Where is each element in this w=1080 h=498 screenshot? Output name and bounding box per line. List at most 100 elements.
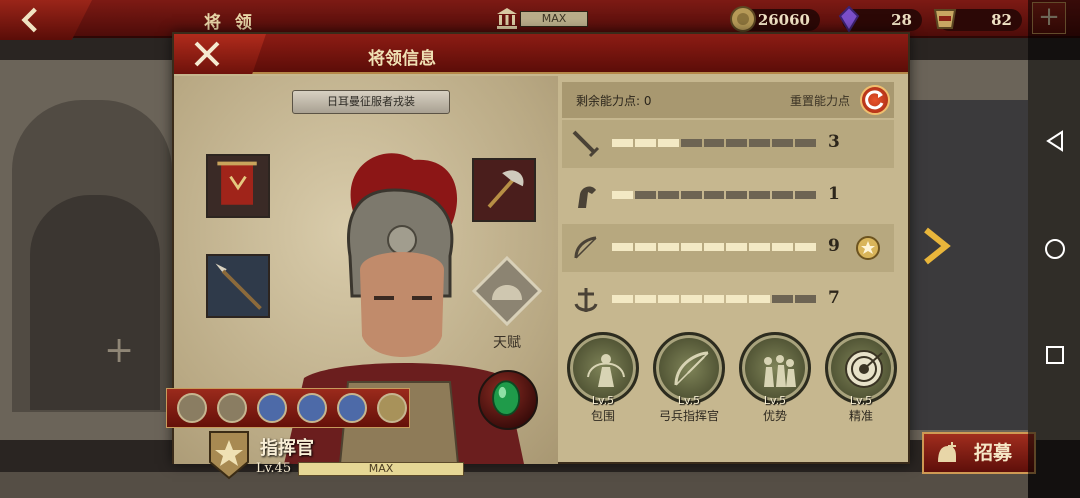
stat-segment [726,243,748,251]
stat-value: 9 [828,236,840,256]
back-arrow-icon [21,7,37,33]
stat-row-cavalry[interactable]: 1 [562,172,894,220]
equip-slot-spear[interactable] [206,254,270,318]
stat-segment [726,139,748,147]
stat-segment [634,139,656,147]
recruit-button[interactable]: 招募 [922,432,1036,474]
gold-counter: 26060 [730,6,820,32]
stat-value: 3 [828,132,840,152]
skill-helmet-icon[interactable] [217,393,247,423]
perk-archer-commander[interactable]: Lv.5 弓兵指挥官 [650,332,728,424]
gem-counter: 28 [838,6,922,32]
spqr-token-icon [933,9,957,29]
stat-value: 1 [828,184,840,204]
stat-segment [703,139,725,147]
general-info-dialog: 将领信息 日耳曼征服者戎装 天赋 指挥官 Lv.45 MAX 剩余能力点: 0 … [166,32,910,480]
archer-bow-icon [674,351,709,386]
perk-encircle[interactable]: Lv.5 包围 [564,332,642,424]
stat-row-archer[interactable]: 9 [562,224,894,272]
perk-level: Lv.5 [849,394,873,407]
gem-value: 28 [891,11,912,29]
stat-segment [634,295,656,303]
reset-points-label: 重置能力点 [789,94,850,108]
skill-badge-strip [166,388,410,428]
max-medal-icon [856,236,880,260]
talent-helmet-icon [471,255,543,327]
commander-title: 指挥官 [260,438,314,459]
stat-segment [634,191,656,199]
stat-bar [612,243,817,251]
stat-bar [612,191,817,199]
equip-slot-axe[interactable] [472,158,536,222]
stat-row-infantry[interactable]: 3 [562,120,894,168]
back-button[interactable] [0,0,92,40]
stat-segment [612,191,633,199]
remaining-points-label: 剩余能力点: 0 [576,94,652,108]
dialog-title: 将领信息 [368,49,436,69]
stat-segment [680,295,702,303]
stat-segment [657,191,679,199]
stat-segment [795,191,817,199]
equip-slot-banner[interactable] [206,154,270,218]
perk-name: 精准 [848,409,873,423]
stat-segment [726,295,748,303]
stat-segment [657,243,679,251]
nav-recents-icon[interactable] [1044,344,1066,366]
talent-button[interactable]: 天赋 [470,254,544,352]
stat-bar [612,295,817,303]
stat-segment [772,295,794,303]
stat-segment [612,139,633,147]
helmet-plus-icon [938,442,956,462]
perk-level: Lv.5 [677,394,701,407]
next-chevron-icon[interactable] [922,226,952,266]
horse-icon [578,186,596,208]
emerald-gem-icon [492,380,521,416]
perk-precision[interactable]: Lv.5 精准 [822,332,900,424]
war-banner-icon [217,161,257,205]
bullseye-icon [845,350,883,388]
nav-back-icon[interactable] [1044,130,1066,152]
nav-home-icon[interactable] [1044,238,1066,260]
recruit-label: 招募 [973,442,1012,464]
stat-segment [749,139,771,147]
building-level-bar: MAX [520,11,588,27]
skill-fort-icon[interactable] [177,393,207,423]
locked-general-silhouette[interactable] [30,195,160,410]
perk-name: 弓兵指挥官 [658,409,719,423]
stat-segment [703,191,725,199]
page-title: 将 领 [204,13,256,33]
refresh-icon [865,90,884,110]
stat-segment [772,139,794,147]
ability-panel: 剩余能力点: 0 重置能力点 3 1 9 7 Lv.5 包围 Lv.5 弓兵指挥… [562,80,898,460]
stat-segment [634,243,656,251]
level-progress-bar: MAX [298,462,464,476]
gem-socket[interactable] [478,370,538,430]
skill-shield-icon[interactable] [257,393,287,423]
stat-segment [680,139,702,147]
skill-horn-icon[interactable] [297,393,327,423]
stat-segment [703,295,725,303]
sword-icon [572,130,600,158]
stat-value: 7 [828,288,840,308]
perk-name: 优势 [762,409,787,423]
token-value: 82 [991,11,1012,29]
perk-level: Lv.5 [591,394,615,407]
purple-gem-icon [838,6,860,32]
skill-target-icon[interactable] [337,393,367,423]
stat-segment [772,243,794,251]
commander-rank-icon [209,431,249,480]
stat-segment [749,295,771,303]
stat-segment [726,191,748,199]
reset-points-button[interactable] [860,85,890,115]
stat-segment [657,295,679,303]
empty-slot-plus[interactable]: + [104,330,134,371]
perk-advantage[interactable]: Lv.5 优势 [736,332,814,424]
gold-value: 26060 [757,11,810,29]
token-counter: 82 [933,9,1022,31]
skill-lock-icon[interactable] [377,393,407,423]
stat-row-navy[interactable]: 7 [562,276,894,324]
anchor-icon [574,288,598,312]
archers-formation-icon [764,355,796,387]
system-nav-bar [1028,0,1080,498]
costume-button[interactable]: 日耳曼征服者戎装 [292,90,450,114]
